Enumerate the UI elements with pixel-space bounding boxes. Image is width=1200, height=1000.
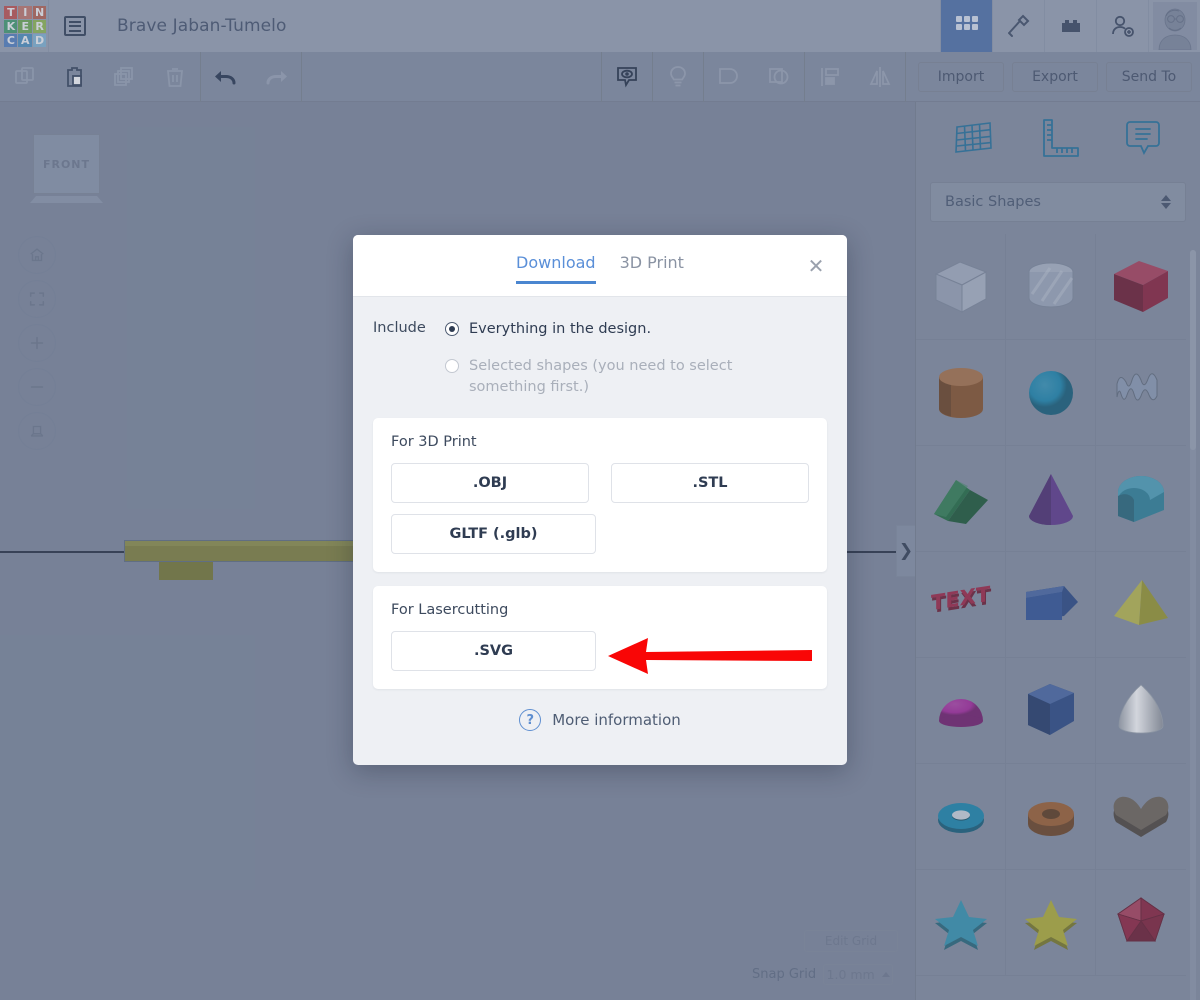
tab-3d-print[interactable]: 3D Print	[620, 253, 684, 284]
more-information-link[interactable]: ? More information	[373, 709, 827, 731]
help-circle-icon: ?	[519, 709, 542, 731]
radio-everything-indicator[interactable]	[445, 322, 459, 336]
radio-selected-indicator	[445, 359, 459, 373]
download-gltf-button[interactable]: GLTF (.glb)	[391, 514, 596, 554]
include-section: Include Everything in the design. Select…	[373, 319, 827, 414]
more-information-label: More information	[552, 711, 681, 729]
3d-print-button-row-1: .OBJ .STL	[391, 463, 809, 503]
radio-selected[interactable]: Selected shapes (you need to select some…	[445, 356, 827, 398]
radio-everything[interactable]: Everything in the design.	[445, 319, 827, 340]
dialog-header: Download 3D Print ✕	[353, 235, 847, 297]
3d-print-button-row-2: GLTF (.glb)	[391, 514, 809, 554]
section-for-3d-print: For 3D Print .OBJ .STL GLTF (.glb)	[373, 418, 827, 572]
dialog-tabs: Download 3D Print	[516, 253, 684, 284]
download-obj-button[interactable]: .OBJ	[391, 463, 589, 503]
download-stl-button[interactable]: .STL	[611, 463, 809, 503]
annotation-arrow-icon	[608, 638, 812, 674]
close-icon[interactable]: ✕	[805, 254, 827, 278]
include-radio-group: Everything in the design. Selected shape…	[445, 319, 827, 414]
section-lasercutting-title: For Lasercutting	[391, 602, 509, 618]
section-3d-print-title: For 3D Print	[391, 434, 477, 450]
download-svg-button[interactable]: .SVG	[391, 631, 596, 671]
radio-selected-label: Selected shapes (you need to select some…	[469, 358, 733, 395]
download-dialog: Download 3D Print ✕ Include Everything i…	[353, 235, 847, 765]
radio-everything-label: Everything in the design.	[469, 321, 652, 337]
include-label: Include	[373, 320, 426, 336]
tab-download[interactable]: Download	[516, 253, 596, 284]
